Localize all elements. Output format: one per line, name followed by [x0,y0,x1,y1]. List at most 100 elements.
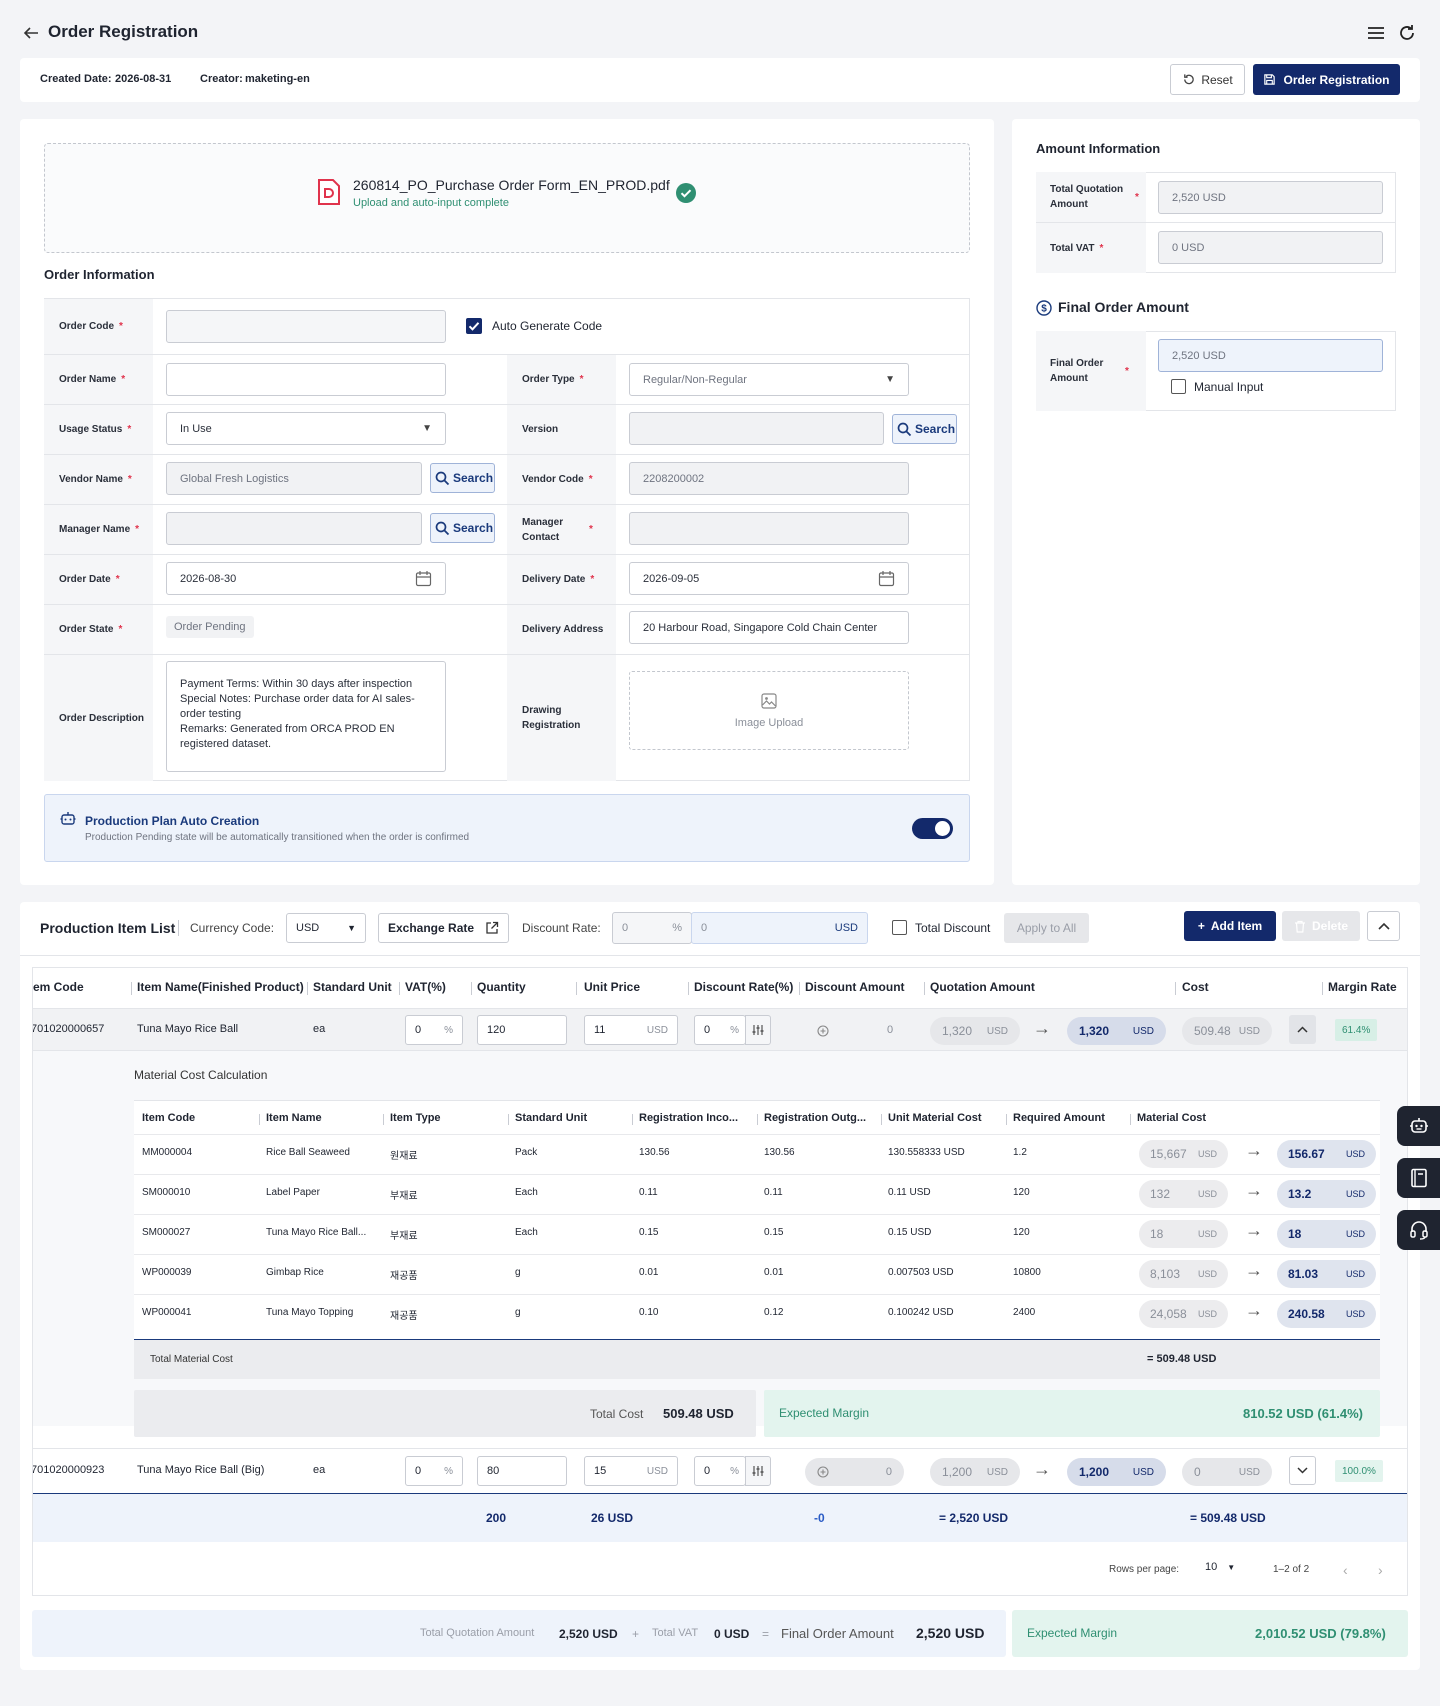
arrow-right-icon: → [1245,1180,1263,1200]
delivery-date-input[interactable]: 2026-09-05 [629,562,909,595]
material-req: 1.2 [1013,1147,1027,1158]
rows-per-page-select[interactable]: 10 ▼ [1205,1561,1235,1573]
material-inco: 0.10 [639,1307,659,1318]
discount-rate-input[interactable]: 0% [694,1456,746,1486]
col-separator [1130,1114,1131,1125]
order-description-textarea[interactable]: Payment Terms: Within 30 days after insp… [166,661,446,772]
total-quantity: 200 [486,1511,507,1525]
expected-margin-value: 810.52 USD (61.4%) [1243,1406,1363,1421]
item-unit: ea [313,1023,326,1035]
quantity-input[interactable]: 120 [477,1015,567,1045]
order-type-select[interactable]: Regular/Non-Regular ▼ [629,363,909,396]
exchange-rate-button[interactable]: Exchange Rate [378,913,509,943]
refresh-icon[interactable] [1397,23,1417,43]
item-name: Tuna Mayo Rice Ball [137,1023,239,1035]
manager-name-input[interactable] [166,512,422,545]
unit-price-input[interactable]: 11 USD [584,1015,678,1045]
arrow-right-icon: → [1245,1220,1263,1240]
sliders-icon[interactable] [745,1015,771,1045]
search-icon [435,521,450,536]
auto-generate-checkbox[interactable] [466,318,482,334]
cost-value: 509.48 [1194,1024,1231,1038]
vendor-name-input[interactable]: Global Fresh Logistics [166,462,422,495]
material-cost-from-pill: 8,103 USD [1139,1260,1228,1288]
calendar-icon[interactable] [878,570,895,587]
material-umc: 0.15 USD [888,1227,932,1238]
back-arrow-icon[interactable] [22,24,42,42]
production-plan-toggle[interactable] [912,818,953,839]
add-item-button[interactable]: + Add Item [1184,911,1276,941]
order-state-badge: Order Pending [166,616,254,638]
collapse-button[interactable] [1367,911,1400,941]
menu-icon[interactable] [1366,24,1386,42]
material-code: WP000041 [142,1307,192,1318]
manual-button[interactable] [1397,1158,1440,1198]
support-button[interactable] [1397,1210,1440,1250]
discount-rate-input[interactable]: 0% [612,912,692,944]
production-plan-title: Production Plan Auto Creation [85,814,260,828]
total-unit-price: 26 USD [591,1511,634,1525]
summary-margin-value: 2,010.52 USD (79.8%) [1255,1626,1386,1641]
expand-toggle[interactable] [1289,1015,1316,1044]
version-search-button[interactable]: Search [892,414,957,444]
delete-button[interactable]: Delete [1282,911,1360,941]
robot-icon [1409,1116,1429,1136]
search-icon [897,422,912,437]
calendar-icon[interactable] [415,570,432,587]
material-type: 원재료 [390,1151,418,1162]
vendor-search-button[interactable]: Search [430,463,495,493]
margin-badge: 100.0% [1335,1460,1383,1482]
vat-input[interactable]: 0% [405,1015,463,1045]
material-outg: 0.01 [764,1267,784,1278]
material-cost-to: 13.2 [1288,1187,1312,1201]
ai-assistant-button[interactable] [1397,1106,1440,1146]
apply-to-all-button[interactable]: Apply to All [1004,913,1089,943]
unit-price-input[interactable]: 15 USD [584,1456,678,1486]
next-page-icon[interactable]: › [1378,1562,1383,1578]
discount-rate-value: 0 [704,1465,711,1477]
usd-unit: USD [1238,1466,1260,1478]
vat-input[interactable]: 0% [405,1456,463,1486]
currency-code-select[interactable]: USD ▼ [286,913,366,943]
manager-contact-input[interactable] [629,512,909,545]
form-row-divider [44,354,970,355]
order-registration-button[interactable]: Order Registration [1253,64,1400,95]
material-cost-to: 18 [1288,1227,1302,1241]
usage-status-select[interactable]: In Use ▼ [166,412,446,445]
sliders-icon[interactable] [745,1456,771,1486]
reset-button[interactable]: Reset [1170,64,1245,95]
version-input[interactable] [629,412,884,445]
usd-unit: USD [1345,1309,1365,1319]
upload-filename: 260814_PO_Purchase Order Form_EN_PROD.pd… [353,177,670,193]
order-name-input[interactable] [166,363,446,396]
summary-total-quotation-value: 2,520 USD [559,1627,618,1641]
discount-rate-input[interactable]: 0% [694,1015,746,1045]
col-cost: Cost [1182,980,1209,994]
final-order-amount-label: Final Order Amount * [1036,331,1146,411]
expand-toggle[interactable] [1289,1456,1316,1485]
quantity-input[interactable]: 80 [477,1456,567,1486]
quotation-to: 1,200 [1079,1465,1110,1479]
prev-page-icon[interactable]: ‹ [1343,1562,1348,1578]
image-upload-dropzone[interactable]: Image Upload [629,671,909,750]
order-date-input[interactable]: 2026-08-30 [166,562,446,595]
col-discount-amount: Discount Amount [805,980,905,994]
delivery-address-input[interactable]: 20 Harbour Road, Singapore Cold Chain Ce… [629,611,909,644]
final-order-amount-input[interactable]: 2,520 USD [1158,339,1383,372]
vendor-code-input[interactable]: 2208200002 [629,462,909,495]
quotation-to-pill: 1,200 USD [1067,1458,1166,1486]
rows-per-page-label: Rows per page: [1109,1564,1180,1575]
material-type: 부재료 [390,1191,418,1202]
material-outg: 0.12 [764,1307,784,1318]
add-circle-icon[interactable] [817,1466,829,1478]
manual-input-checkbox[interactable] [1171,379,1186,394]
discount-amount-input[interactable]: 0 USD [691,912,868,944]
add-circle-icon[interactable] [817,1025,829,1037]
order-code-input[interactable] [166,310,446,343]
material-umc: 130.558333 USD [888,1147,965,1158]
final-order-title: Final Order Amount [1058,299,1189,315]
total-discount-checkbox[interactable] [892,920,907,935]
material-name: Rice Ball Seaweed [266,1147,350,1158]
manager-search-button[interactable]: Search [430,513,495,543]
usd-unit: USD [646,1465,668,1477]
